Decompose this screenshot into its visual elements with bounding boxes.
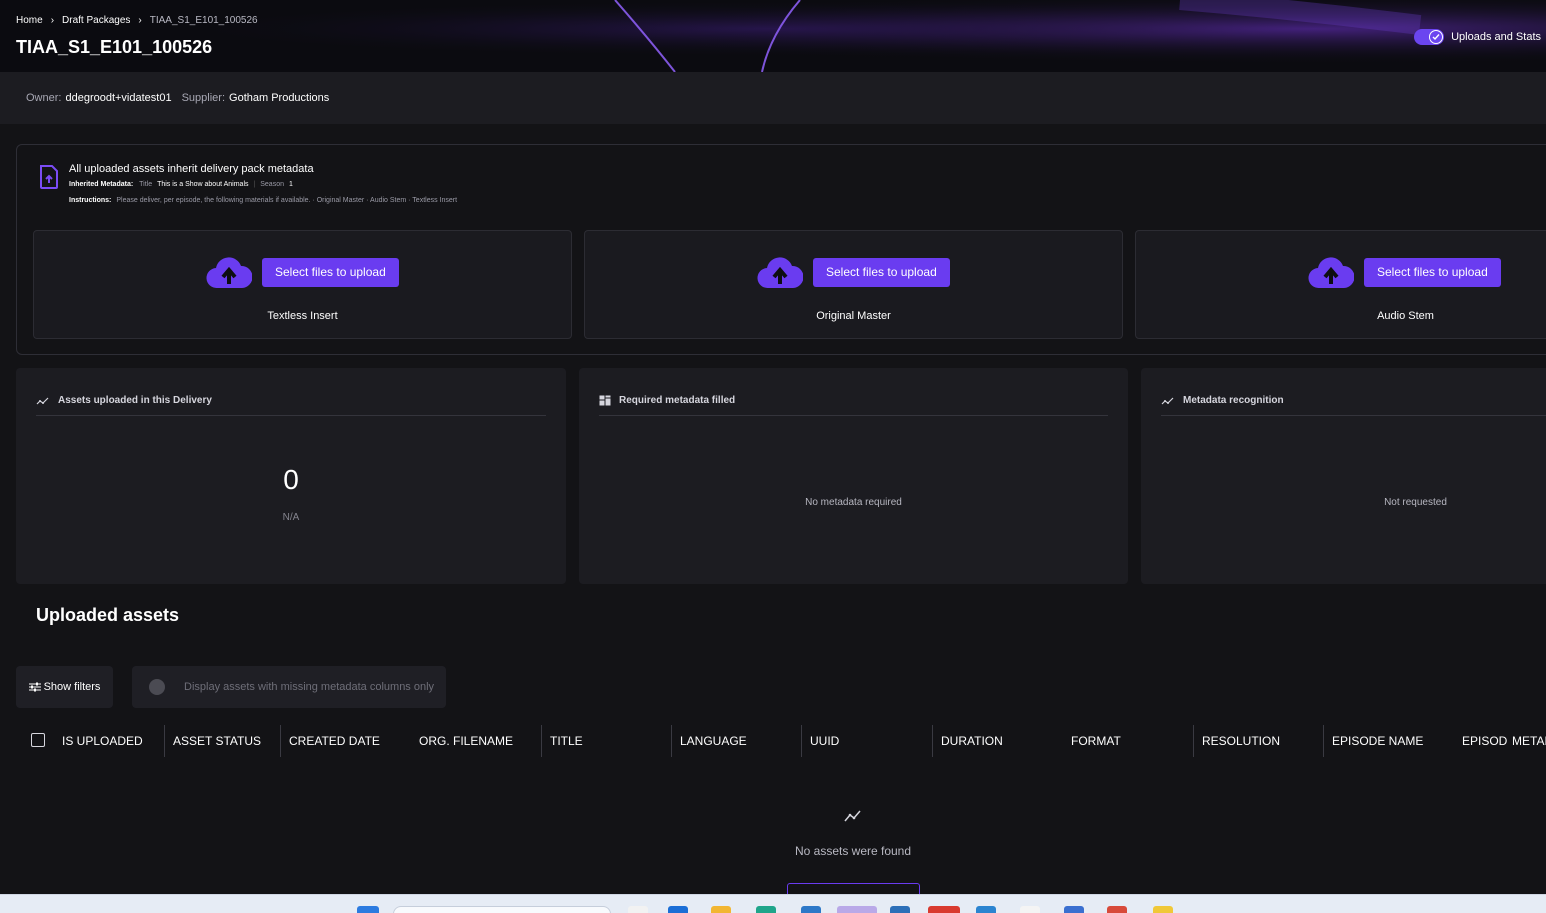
taskbar-app-icon[interactable] <box>1020 906 1040 913</box>
slot-label: Audio Stem <box>1377 310 1434 322</box>
taskbar-app-icon[interactable] <box>801 906 821 913</box>
slot-label: Textless Insert <box>267 310 338 322</box>
column-title[interactable]: TITLE <box>541 725 583 757</box>
section-title: Uploaded assets <box>36 605 180 625</box>
header-banner: Home › Draft Packages › TIAA_S1_E101_100… <box>0 0 1546 72</box>
taskbar-vscode-icon[interactable] <box>976 906 996 913</box>
owner-label: Owner: <box>26 92 62 104</box>
slot-label: Original Master <box>816 310 891 322</box>
cloud-upload-icon <box>1308 257 1354 289</box>
missing-metadata-toggle[interactable]: Display assets with missing metadata col… <box>132 666 446 708</box>
divider: | <box>253 181 256 188</box>
instructions-label: Instructions: <box>69 197 112 204</box>
taskbar-app-icon[interactable] <box>1153 906 1173 913</box>
taskbar-app-icon[interactable] <box>1107 906 1127 913</box>
document-upload-icon <box>40 165 58 189</box>
taskbar-app-icon[interactable] <box>756 906 776 913</box>
column-language[interactable]: LANGUAGE <box>671 725 747 757</box>
breadcrumb-current: TIAA_S1_E101_100526 <box>149 15 258 26</box>
title-value: This is a Show about Animals <box>157 181 249 188</box>
inherited-metadata-line: Inherited Metadata: Title This is a Show… <box>69 181 293 188</box>
drop-zone-original-master[interactable]: Select files to upload Original Master <box>584 230 1123 339</box>
owner-bar: Owner: ddegroodt+vidatest01 Supplier: Go… <box>0 72 1546 124</box>
dashboard-icon <box>599 395 611 406</box>
chevron-right-icon: › <box>138 15 142 26</box>
column-format[interactable]: FORMAT <box>1071 725 1121 757</box>
os-taskbar <box>0 894 1546 913</box>
windows-start-icon[interactable] <box>357 906 379 913</box>
assets-sub: N/A <box>282 512 300 523</box>
taskbar-outlook-icon[interactable] <box>890 906 910 913</box>
card-message: Not requested <box>1384 497 1447 508</box>
drop-zone-audio-stem[interactable]: Select files to upload Audio Stem <box>1135 230 1546 339</box>
page-title: TIAA_S1_E101_100526 <box>16 37 213 57</box>
toggle-knob[interactable] <box>149 679 165 695</box>
instructions-text: Please deliver, per episode, the followi… <box>116 197 458 204</box>
empty-state-message: No assets were found <box>794 844 912 858</box>
card-assets-uploaded: Assets uploaded in this Delivery 0 N/A <box>16 368 566 584</box>
season-value: 1 <box>288 181 293 188</box>
column-is-uploaded[interactable]: IS UPLOADED <box>62 725 143 757</box>
column-duration[interactable]: DURATION <box>932 725 1003 757</box>
assets-count: 0 <box>283 464 299 495</box>
check-icon <box>1429 30 1444 44</box>
taskbar-teams-icon[interactable] <box>837 906 877 913</box>
column-uuid[interactable]: UUID <box>801 725 839 757</box>
select-files-button[interactable]: Select files to upload <box>813 258 950 287</box>
card-metadata-recognition: Metadata recognition Not requested <box>1141 368 1546 584</box>
card-title: Required metadata filled <box>619 395 736 406</box>
select-files-button[interactable]: Select files to upload <box>1364 258 1501 287</box>
column-created-date[interactable]: CREATED DATE <box>280 725 380 757</box>
show-filters-label: Show filters <box>43 681 101 693</box>
column-episode[interactable]: EPISOD <box>1462 725 1507 757</box>
card-header: Assets uploaded in this Delivery <box>36 386 546 416</box>
card-title: Assets uploaded in this Delivery <box>58 395 212 406</box>
uploads-stats-toggle[interactable]: Uploads and Stats <box>1414 29 1541 45</box>
taskbar-app-icon[interactable] <box>668 906 688 913</box>
select-files-button[interactable]: Select files to upload <box>262 258 399 287</box>
banner-background <box>0 0 1546 72</box>
supplier-value: Gotham Productions <box>229 92 330 104</box>
trend-icon <box>1161 397 1174 404</box>
taskbar-chrome-icon[interactable] <box>928 906 960 913</box>
season-key: Season <box>260 181 284 188</box>
card-title: Metadata recognition <box>1183 395 1284 406</box>
column-episode-name[interactable]: EPISODE NAME <box>1323 725 1423 757</box>
card-header: Required metadata filled <box>599 386 1108 416</box>
column-resolution[interactable]: RESOLUTION <box>1193 725 1280 757</box>
card-required-metadata: Required metadata filled No metadata req… <box>579 368 1128 584</box>
taskbar-folder-icon[interactable] <box>711 906 731 913</box>
breadcrumb-draft-packages[interactable]: Draft Packages <box>62 15 130 26</box>
cloud-upload-icon <box>206 257 252 289</box>
show-filters-button[interactable]: Show filters <box>16 666 113 708</box>
chevron-right-icon: › <box>50 15 55 26</box>
inherited-label: Inherited Metadata: <box>69 181 134 188</box>
trend-icon <box>36 397 49 404</box>
instructions-line: Instructions: Please deliver, per episod… <box>69 197 457 204</box>
supplier-label: Supplier: <box>181 92 226 104</box>
taskbar-app-icon[interactable] <box>1064 906 1084 913</box>
card-message: No metadata required <box>805 497 902 508</box>
select-all-checkbox[interactable] <box>31 733 45 747</box>
owner-value: ddegroodt+vidatest01 <box>65 92 172 104</box>
upload-panel: All uploaded assets inherit delivery pac… <box>16 144 1546 355</box>
breadcrumb: Home › Draft Packages › TIAA_S1_E101_100… <box>16 15 258 26</box>
drop-zone-textless-insert[interactable]: Select files to upload Textless Insert <box>33 230 572 339</box>
trend-icon <box>844 810 861 822</box>
taskbar-search-box[interactable] <box>393 906 611 913</box>
column-org-filename[interactable]: ORG. FILENAME <box>419 725 513 757</box>
card-header: Metadata recognition <box>1161 386 1546 416</box>
title-key: Title <box>139 181 153 188</box>
toggle-label: Uploads and Stats <box>1451 31 1541 43</box>
column-asset-status[interactable]: ASSET STATUS <box>164 725 261 757</box>
column-metadata[interactable]: METAD <box>1512 725 1546 757</box>
breadcrumb-home[interactable]: Home <box>16 15 43 26</box>
taskbar-app-icon[interactable] <box>628 906 648 913</box>
missing-toggle-label: Display assets with missing metadata col… <box>184 681 435 693</box>
table-header: IS UPLOADED ASSET STATUS CREATED DATE OR… <box>0 725 1546 757</box>
cloud-upload-icon <box>757 257 803 289</box>
filter-sliders-icon <box>28 682 41 692</box>
toggle-switch[interactable] <box>1414 29 1445 45</box>
upload-info-title: All uploaded assets inherit delivery pac… <box>69 163 314 175</box>
